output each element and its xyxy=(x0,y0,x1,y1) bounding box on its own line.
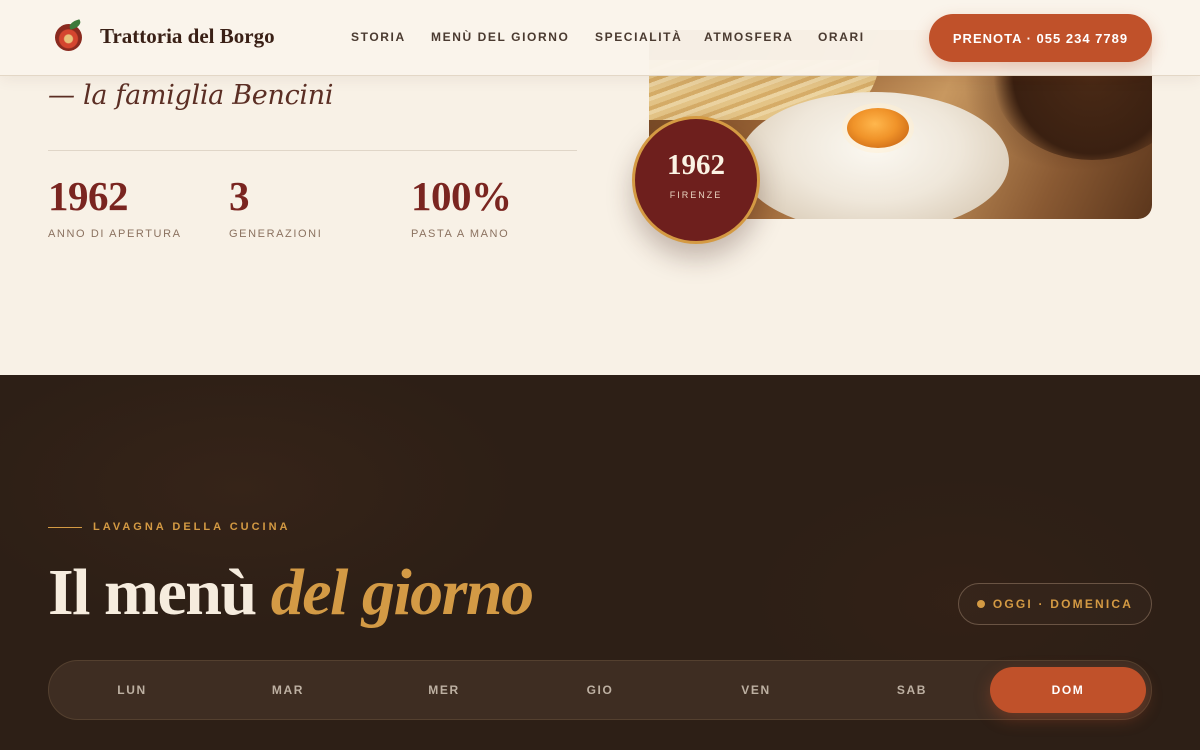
section-eyebrow: LAVAGNA DELLA CUCINA xyxy=(93,521,291,533)
book-button[interactable]: PRENOTA · 055 234 7789 xyxy=(929,14,1152,62)
tab-ven[interactable]: VEN xyxy=(678,667,834,713)
title-main: Il menù xyxy=(48,556,257,629)
stat-generations: 3 GENERAZIONI xyxy=(229,174,322,240)
dot-icon xyxy=(976,600,985,608)
nav-link-specialita[interactable]: SPECIALITÀ xyxy=(595,30,682,44)
nav-link-orari[interactable]: ORARI xyxy=(818,30,865,44)
section-title: Il menù del giorno xyxy=(48,555,534,631)
section-divider xyxy=(48,150,577,151)
top-navbar: Trattoria del Borgo STORIA MENÙ DEL GIOR… xyxy=(0,0,1200,76)
egg-yolk-image xyxy=(847,108,909,148)
stat-label: ANNO DI APERTURA xyxy=(48,228,182,240)
tomato-pizza-icon[interactable] xyxy=(55,24,82,51)
tab-mar[interactable]: MAR xyxy=(210,667,366,713)
stat-label: GENERAZIONI xyxy=(229,228,323,240)
tab-dom[interactable]: DOM xyxy=(990,667,1146,713)
nav-link-storia[interactable]: STORIA xyxy=(351,30,406,44)
menu-of-the-day-section: LAVAGNA DELLA CUCINA Il menù del giorno … xyxy=(0,375,1200,750)
nav-link-atmosfera[interactable]: ATMOSFERA xyxy=(704,30,794,44)
tab-lun[interactable]: LUN xyxy=(54,667,210,713)
brand-name[interactable]: Trattoria del Borgo xyxy=(100,24,275,49)
nav-link-menu-del-giorno[interactable]: MENÙ DEL GIORNO xyxy=(431,30,569,44)
family-signature: — la famiglia Bencini xyxy=(48,80,334,111)
day-tabs: LUN MAR MER GIO VEN SAB DOM xyxy=(48,660,1152,720)
badge-city: FIRENZE xyxy=(669,190,723,200)
today-indicator: OGGI · DOMENICA xyxy=(958,583,1152,625)
tab-mer[interactable]: MER xyxy=(366,667,522,713)
stat-value: 100% xyxy=(411,173,512,219)
stat-handmade-pasta: 100% PASTA A MANO xyxy=(411,174,512,240)
eyebrow-divider xyxy=(48,527,82,528)
stat-value: 3 xyxy=(229,173,250,219)
today-label: OGGI · DOMENICA xyxy=(992,597,1134,611)
founded-badge: 1962 FIRENZE xyxy=(632,116,760,244)
tab-gio[interactable]: GIO xyxy=(522,667,678,713)
stat-label: PASTA A MANO xyxy=(411,228,510,240)
tab-sab[interactable]: SAB xyxy=(834,667,990,713)
stat-opening-year: 1962 ANNO DI APERTURA xyxy=(48,174,182,240)
title-accent: del giorno xyxy=(270,556,534,629)
stat-value: 1962 xyxy=(48,173,128,219)
badge-year: 1962 xyxy=(667,149,725,181)
